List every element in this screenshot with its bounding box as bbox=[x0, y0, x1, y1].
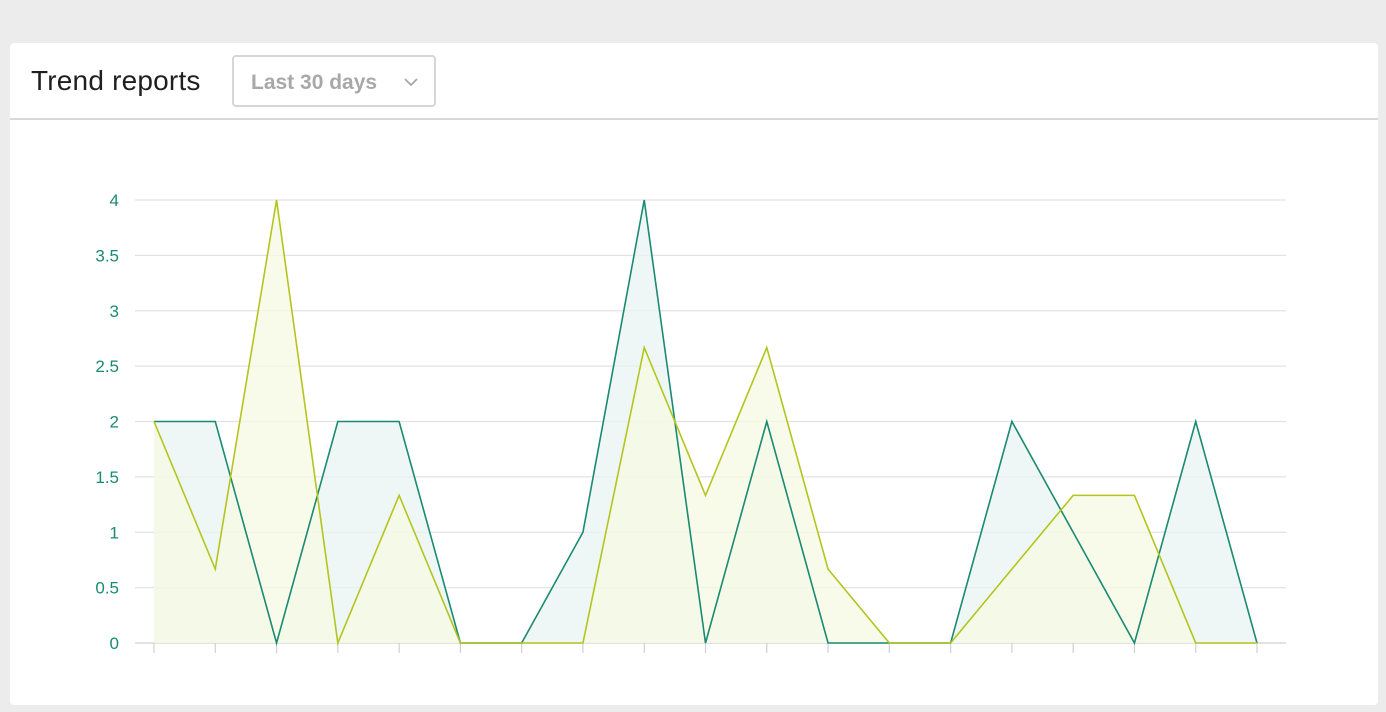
y-tick-label: 2.5 bbox=[95, 357, 119, 376]
y-tick-label: 1.5 bbox=[95, 468, 119, 487]
y-tick-label: 3.5 bbox=[95, 246, 119, 265]
trend-reports-card: Trend reports Last 30 days 0 0.5 1 1.5 2 2.5 3… bbox=[10, 43, 1378, 705]
y-tick-label: 0.5 bbox=[95, 579, 119, 598]
y-tick-label: 1 bbox=[110, 523, 119, 542]
y-tick-label: 4 bbox=[110, 191, 119, 210]
y-tick-label: 2 bbox=[110, 413, 119, 432]
y-tick-label: 3 bbox=[110, 302, 119, 321]
y-tick-label: 0 bbox=[110, 634, 119, 653]
trend-chart: 0 0.5 1 1.5 2 2.5 3 3.5 4 bbox=[95, 191, 1286, 653]
